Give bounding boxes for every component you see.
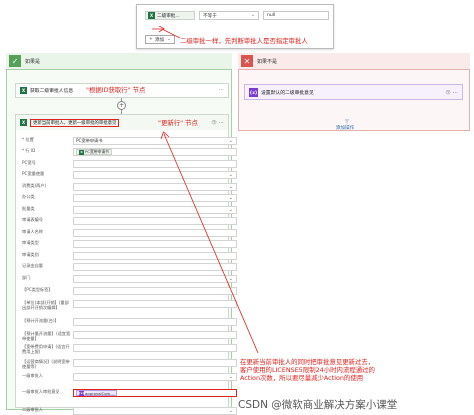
annotation-bottom: 在更新当前审批人的同时把审批意见更新过去， 客户使用的LICENSE5限制24小…	[240, 358, 375, 383]
condition-value[interactable]: null	[263, 11, 329, 20]
operator-select[interactable]: 不等于 ⌄	[199, 11, 259, 20]
yes-branch-header[interactable]: ✓ 如果是	[6, 53, 232, 70]
dynamic-content-token[interactable]: {x} approvalCom...	[76, 390, 117, 396]
field-label: 批量类	[22, 206, 35, 211]
checkmark-icon: ✓	[9, 55, 21, 67]
field-input[interactable]: {x} approvalCom...	[73, 389, 237, 397]
field-input[interactable]	[73, 359, 237, 367]
field-label: 审请表编号	[22, 217, 43, 222]
field-label: 一级审批人审批意见	[22, 389, 60, 394]
chevron-down-icon: ⌄	[228, 408, 233, 414]
field-label: 审请类别	[22, 252, 39, 257]
no-branch-header[interactable]: ✕ 如果不是	[238, 53, 470, 70]
field-label: PC宽号	[22, 160, 36, 165]
close-icon: ✕	[241, 55, 253, 67]
annotation-arrow	[160, 131, 259, 354]
annotation-top: 二级审批一样，先判断审批人是否指定审批人	[180, 37, 308, 45]
field-input[interactable]: ⌄	[73, 373, 237, 381]
token-label: PC宽带申请书	[85, 149, 109, 154]
chevron-down-icon: ⌄	[228, 374, 233, 380]
field-label: 审请类型	[22, 240, 39, 245]
excel-icon: X	[148, 12, 155, 19]
field-label: 【PC类型标签】	[22, 287, 53, 292]
field-label: 【单位(本部)开销】(量部出部开开销次编辑】	[22, 300, 69, 310]
field-label: 一级审批人	[22, 373, 43, 378]
update-row-annotation: "更新行" 节点	[158, 119, 198, 127]
get-row-annotation: "根据ID获取行" 节点	[86, 86, 146, 94]
field-label: 【预计量开流量】（适宜宽带使量】	[22, 331, 71, 341]
annotation-top-line	[152, 26, 181, 39]
field-value: PC宽带申请书	[76, 138, 103, 143]
excel-icon: X	[20, 119, 27, 126]
field-label: * 位置	[22, 137, 34, 142]
token-label: approvalCom...	[85, 390, 114, 396]
excel-icon: X	[79, 149, 84, 155]
insert-step-icon[interactable]: +	[117, 101, 126, 110]
dynamic-content-token[interactable]: X PC宽带申请书	[76, 149, 112, 155]
field-label: 记录由自量	[22, 263, 43, 268]
variable-icon: {x}	[78, 390, 85, 396]
field-label: 消费类(两户)	[22, 183, 47, 188]
field-label: 办公类	[22, 194, 35, 199]
excel-icon: X	[20, 87, 27, 94]
condition-token[interactable]: X 二级审批...	[145, 11, 195, 20]
field-label: 二级审批人	[22, 407, 43, 412]
variable-icon: {x}	[249, 87, 258, 97]
field-input[interactable]: ⌄	[73, 407, 237, 415]
watermark: CSDN @微软商业解决方案小课堂	[238, 399, 398, 411]
field-label: 【预计开流量(台)】	[22, 318, 59, 323]
more-options-icon[interactable]: ⓵ ···	[446, 89, 458, 96]
no-branch-card[interactable]: {x} 设置默认的二级审批意见 ⓵ ···	[244, 84, 463, 100]
chevron-down-icon: ⌄	[251, 13, 255, 18]
field-label: 审请人名称	[22, 229, 43, 234]
field-label: PC宽量使量	[22, 171, 45, 176]
field-label: 【宽带费用申请】(适宜开费用上限)	[22, 344, 70, 354]
add-action-button[interactable]: ⊤ 添加操作	[336, 120, 357, 132]
field-label: 【运营商情况】(说明宽带使量等)	[22, 359, 70, 369]
more-options-icon[interactable]: ⓵ ···	[212, 119, 224, 126]
more-options-icon[interactable]: ···	[219, 88, 224, 93]
field-label: * 行 ID	[22, 148, 36, 153]
field-label: 部门	[22, 275, 31, 280]
